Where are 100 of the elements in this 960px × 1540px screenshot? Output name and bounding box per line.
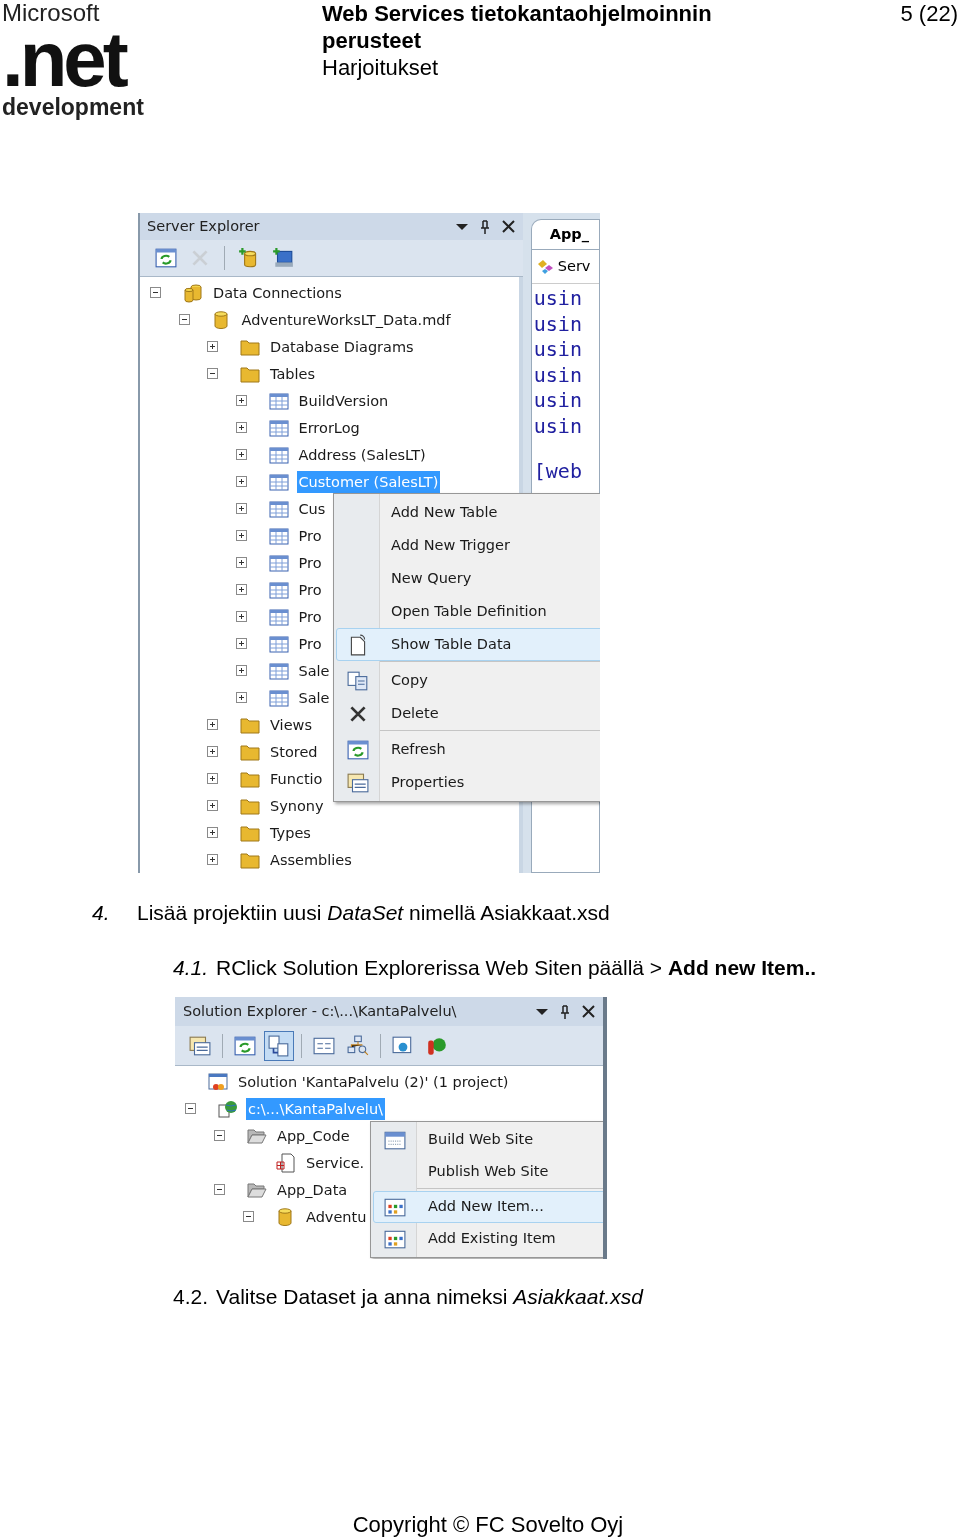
tree-item[interactable]: Functio	[268, 767, 325, 790]
menu-item[interactable]: Add New Table	[336, 496, 600, 529]
menu-item[interactable]: Refresh	[336, 733, 600, 766]
menu-item[interactable]: Add New Item...	[373, 1191, 603, 1223]
tree-item[interactable]: App_Data	[275, 1178, 350, 1201]
copy-icon	[347, 669, 369, 692]
collapse-icon[interactable]	[243, 1211, 254, 1222]
expand-icon[interactable]	[235, 395, 247, 406]
menu-item[interactable]: Copy	[336, 664, 600, 697]
tree-item[interactable]: Database Diagrams	[268, 335, 416, 358]
tree-item[interactable]: Tables	[268, 362, 318, 385]
code-line: usin	[533, 413, 583, 439]
expand-icon[interactable]	[235, 611, 247, 622]
expand-icon[interactable]	[235, 449, 247, 460]
expand-icon[interactable]	[207, 854, 218, 865]
table-icon	[268, 552, 289, 573]
expand-icon[interactable]	[235, 503, 247, 514]
expand-icon[interactable]	[235, 638, 247, 649]
tree-item[interactable]: Pro	[296, 551, 324, 574]
close-icon[interactable]	[501, 220, 515, 234]
collapse-icon[interactable]	[150, 287, 161, 298]
step-text: Lisää projektiin uusi DataSet nimellä Asiakkaat.xsd	[137, 900, 610, 926]
show-files-icon	[268, 1034, 290, 1057]
menu-item[interactable]: Properties	[336, 766, 600, 799]
expand-icon[interactable]	[207, 341, 218, 352]
tree-item[interactable]: Sale	[296, 686, 332, 709]
tree-item[interactable]: Stored	[268, 740, 320, 763]
expand-icon[interactable]	[235, 692, 247, 703]
tree-item[interactable]: Pro	[296, 578, 324, 601]
properties-icon	[189, 1034, 211, 1057]
menu-item[interactable]: New Query	[336, 562, 600, 595]
dropdown-icon[interactable]	[536, 1007, 548, 1016]
collapse-icon[interactable]	[207, 368, 218, 379]
tree-item[interactable]: App_Code	[275, 1124, 352, 1147]
tree-item[interactable]: Service.	[304, 1151, 367, 1174]
menu-item[interactable]: Show Table Data	[336, 628, 600, 661]
expand-icon[interactable]	[207, 827, 218, 838]
refresh-icon	[347, 738, 369, 761]
table-icon	[268, 687, 289, 708]
expand-icon[interactable]	[235, 530, 247, 541]
expand-icon[interactable]	[235, 665, 247, 676]
expand-icon[interactable]	[235, 557, 247, 568]
tree-item[interactable]: Cus	[296, 497, 328, 520]
add-server-icon	[272, 247, 294, 270]
table-icon	[268, 579, 289, 600]
dropdown-icon[interactable]	[455, 222, 468, 231]
table-icon	[268, 633, 289, 654]
tree-item[interactable]: Address (SalesLT)	[296, 443, 428, 466]
tree-item[interactable]: Pro	[296, 524, 324, 547]
tree-item[interactable]: Data Connections	[211, 281, 344, 304]
collapse-icon[interactable]	[185, 1103, 196, 1114]
collapse-icon[interactable]	[214, 1184, 225, 1195]
pin-icon[interactable]	[560, 1004, 570, 1019]
tree-item[interactable]: BuildVersion	[296, 389, 391, 412]
document-subtitle: Harjoitukset	[322, 54, 440, 81]
expand-icon[interactable]	[207, 746, 218, 757]
tree-item[interactable]: Synony	[268, 794, 326, 817]
expand-icon[interactable]	[235, 476, 247, 487]
menu-item[interactable]: Add Existing Item	[373, 1223, 603, 1255]
menu-item[interactable]: Delete	[336, 697, 600, 730]
tree-item[interactable]: Views	[268, 713, 314, 736]
step-text: Valitse Dataset ja anna nimeksi Asiakkaat.xsd	[216, 1284, 643, 1310]
step-number: 4.	[92, 900, 111, 926]
tree-item[interactable]: Sale	[296, 659, 332, 682]
expand-icon[interactable]	[207, 773, 218, 784]
web-project-icon	[218, 1098, 238, 1119]
tree-item[interactable]: ErrorLog	[296, 416, 362, 439]
build-icon	[384, 1129, 406, 1151]
menu-item[interactable]: Publish Web Site	[373, 1156, 603, 1188]
collapse-icon[interactable]	[178, 314, 190, 325]
table-icon	[268, 390, 289, 411]
toolbar-button[interactable]	[264, 1030, 294, 1061]
step-text: RClick Solution Explorerissa Web Siten päällä > Add new Item..	[216, 954, 817, 981]
pin-icon[interactable]	[479, 219, 490, 234]
diagram-icon	[347, 1034, 369, 1057]
tree-item[interactable]: Adventu	[304, 1205, 369, 1228]
table-icon	[268, 498, 289, 519]
tree-item[interactable]: Pro	[296, 605, 324, 628]
table-icon	[268, 660, 289, 681]
menu-item[interactable]: Add New Trigger	[336, 529, 600, 562]
expand-icon[interactable]	[235, 584, 247, 595]
editor-header: Serv	[557, 256, 591, 276]
editor-tab[interactable]: App_	[530, 219, 600, 249]
menu-item[interactable]: Build Web Site	[373, 1124, 603, 1156]
collapse-icon[interactable]	[214, 1130, 225, 1141]
add-item-icon	[384, 1228, 406, 1250]
tree-item[interactable]: Pro	[296, 632, 324, 655]
tree-item[interactable]: Assemblies	[268, 848, 354, 871]
page-number: 5 (22)	[900, 0, 959, 27]
code-line: usin	[533, 388, 583, 414]
expand-icon[interactable]	[207, 719, 218, 730]
expand-icon[interactable]	[207, 800, 218, 811]
expand-icon[interactable]	[235, 422, 247, 433]
close-icon[interactable]	[582, 1005, 595, 1018]
tree-item[interactable]: AdventureWorksLT_Data.mdf	[239, 308, 453, 331]
menu-item[interactable]: Open Table Definition	[336, 595, 600, 628]
table-icon	[268, 471, 289, 492]
table-icon	[268, 417, 289, 438]
tree-item[interactable]: Types	[268, 821, 313, 844]
tree-item[interactable]: Solution 'KantaPalvelu (2)' (1 project)	[236, 1070, 511, 1093]
